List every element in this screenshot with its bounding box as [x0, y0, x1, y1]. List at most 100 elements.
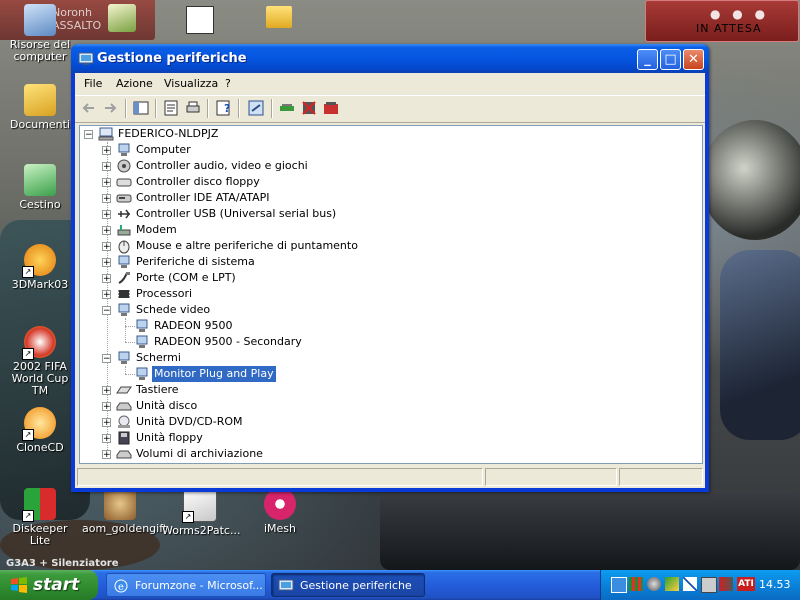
collapse-toggle[interactable]: − [102, 306, 111, 316]
uninstall-icon[interactable] [300, 99, 318, 117]
desktop-icon-label: 3DMark03 [11, 278, 69, 291]
print-icon[interactable] [184, 99, 202, 117]
cdrom-icon [118, 415, 130, 428]
menu-azione[interactable]: Azione [116, 77, 153, 90]
desktop-icon-fifa[interactable]: ↗ 2002 FIFA World Cup TM [2, 326, 78, 397]
printer-icon[interactable] [701, 577, 717, 593]
expand-toggle[interactable]: + [102, 194, 111, 204]
expand-toggle[interactable]: + [102, 210, 111, 220]
keyboard-icon [116, 386, 132, 394]
toolbar-separator [207, 99, 208, 118]
computer-icon [118, 143, 130, 156]
device-manager-icon [278, 579, 294, 591]
desktop-icon-my-documents[interactable]: Documenti [2, 84, 78, 131]
help-icon[interactable]: ? [215, 99, 233, 117]
desktop-icon-aom[interactable]: aom_goldengift [82, 488, 167, 535]
expand-toggle[interactable]: + [102, 274, 111, 284]
antivirus-icon[interactable] [665, 577, 679, 591]
collapse-toggle[interactable]: − [102, 354, 111, 364]
forward-arrow-icon[interactable] [101, 99, 119, 117]
desktop-icon-recycle-bin[interactable]: Cestino [2, 164, 78, 211]
display-adapter-icon [136, 335, 148, 348]
expand-toggle[interactable]: + [102, 178, 111, 188]
expand-toggle[interactable]: + [102, 146, 111, 156]
properties-icon[interactable] [162, 99, 180, 117]
tree-connector [125, 366, 126, 374]
taskbar-item-device-manager[interactable]: Gestione periferiche [271, 573, 425, 597]
show-hide-console-tree-icon[interactable] [132, 99, 150, 117]
expand-toggle[interactable]: + [102, 434, 111, 444]
svg-text:e: e [118, 582, 124, 593]
network-icon[interactable] [611, 577, 627, 593]
device-manager-window: Gestione periferiche _ □ ✕ File Azione V… [71, 44, 709, 492]
window-title: Gestione periferiche [97, 51, 247, 66]
tree-child-label: RADEON 9500 - Secondary [154, 335, 302, 348]
toolbar-separator [155, 99, 156, 118]
expand-toggle[interactable]: + [102, 450, 111, 460]
taskbar-item-forumzone[interactable]: e Forumzone - Microsof... [106, 573, 266, 597]
device-tree[interactable]: − FEDERICO-NLDPJZ + Computer + Controlle… [79, 125, 703, 464]
desktop-icon-my-computer[interactable]: Risorse del computer [2, 4, 78, 63]
desktop-icon-label: Diskeeper Lite [12, 522, 68, 547]
close-button[interactable]: ✕ [683, 49, 704, 70]
connection-icon[interactable] [683, 577, 697, 591]
minimize-button[interactable]: _ [637, 49, 658, 70]
expand-toggle[interactable]: + [102, 258, 111, 268]
svg-text:?: ? [224, 102, 230, 115]
menu-bar: File Azione Visualizza ? [75, 73, 705, 96]
desktop-icon-3dmark[interactable]: ↗ 3DMark03 [2, 244, 78, 291]
shield-icon[interactable] [719, 577, 733, 591]
tree-item-label: Schermi [136, 351, 181, 364]
scan-hardware-icon[interactable] [247, 99, 265, 117]
expand-toggle[interactable]: + [102, 402, 111, 412]
desktop-icon-imesh[interactable]: iMesh [242, 488, 318, 535]
folder-icon[interactable] [266, 6, 292, 28]
window-titlebar[interactable]: Gestione periferiche _ □ ✕ [71, 44, 709, 73]
tree-item-label: Controller disco floppy [136, 175, 260, 188]
desktop-icon-hidden-shortcut[interactable] [186, 6, 214, 34]
window-body: File Azione Visualizza ? ? − FEDERICO-NL… [75, 73, 705, 488]
taskbar-item-label: Forumzone - Microsof... [135, 579, 263, 592]
tree-item-label: Unità disco [136, 399, 198, 412]
diskeeper-icon: ↗ [22, 488, 56, 522]
background-weapon [380, 490, 800, 570]
collapse-toggle[interactable]: − [84, 130, 93, 140]
desktop-icon-clonecd[interactable]: ↗ CloneCD [2, 407, 78, 454]
clonecd-icon: ↗ [22, 407, 56, 441]
windows-logo-icon [11, 577, 27, 593]
toolbar-separator [271, 99, 272, 118]
game-hud-status: ● ● ● IN ATTESA [645, 0, 799, 42]
disk-drive-icon [116, 402, 132, 411]
tree-item-label: Periferiche di sistema [136, 255, 255, 268]
maximize-button[interactable]: □ [660, 49, 681, 70]
expand-toggle[interactable]: + [102, 290, 111, 300]
menu-help[interactable]: ? [225, 77, 231, 90]
ati-icon[interactable]: ATI [737, 577, 755, 591]
expand-toggle[interactable]: + [102, 418, 111, 428]
speaker-icon[interactable] [647, 577, 661, 591]
meter-icon[interactable] [629, 577, 643, 591]
desktop-icon-hidden-app[interactable] [108, 4, 136, 32]
usb-icon [118, 209, 130, 219]
back-arrow-icon[interactable] [80, 99, 98, 117]
tree-item-label: Unità DVD/CD-ROM [136, 415, 243, 428]
shortcut-arrow-icon: ↗ [22, 429, 34, 441]
tree-item-label: Processori [136, 287, 193, 300]
expand-toggle[interactable]: + [102, 162, 111, 172]
menu-file[interactable]: File [84, 77, 102, 90]
menu-visualizza[interactable]: Visualizza [164, 77, 218, 90]
tree-item-label: Computer [136, 143, 191, 156]
tree-item-label: Volumi di archiviazione [136, 447, 263, 460]
expand-toggle[interactable]: + [102, 242, 111, 252]
expand-toggle[interactable]: + [102, 386, 111, 396]
desktop-icon-diskeeper[interactable]: ↗ Diskeeper Lite [2, 488, 78, 547]
start-button[interactable]: start [0, 570, 98, 600]
shortcut-arrow-icon: ↗ [22, 266, 34, 278]
monitor-icon [136, 367, 148, 380]
expand-toggle[interactable]: + [102, 226, 111, 236]
processor-icon [118, 290, 130, 298]
disable-device-icon[interactable] [322, 99, 340, 117]
fifa-icon: ↗ [22, 326, 56, 360]
desktop-icon-worms[interactable]: ↗ Worms2Patc... [162, 488, 240, 537]
update-driver-icon[interactable] [278, 99, 296, 117]
